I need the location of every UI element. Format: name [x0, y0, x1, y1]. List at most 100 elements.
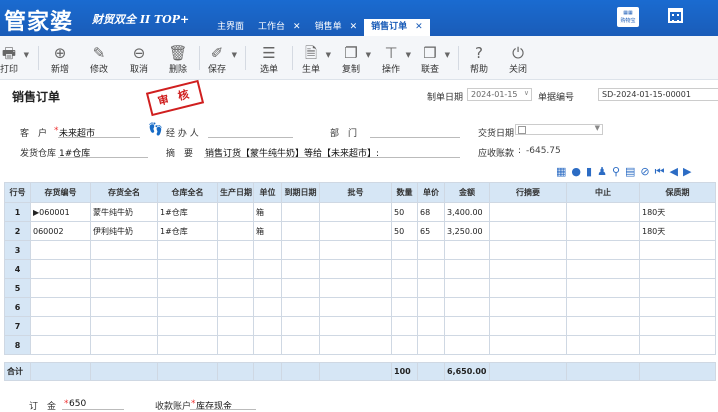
linked-query-button[interactable]: ❒ 联查 ▼: [415, 44, 450, 75]
tab-bar: 主界面 工作台 ✕ 销售单 ✕ 销售订单 ✕: [210, 19, 430, 36]
cell-price[interactable]: 65: [417, 221, 445, 241]
footprint-icon[interactable]: 👣: [148, 122, 163, 136]
bill-number-field[interactable]: SD-2024-01-15-00001: [598, 88, 718, 101]
deposit-field[interactable]: 650: [69, 399, 86, 409]
cancel-button[interactable]: ⊖ 取消: [124, 44, 154, 75]
delete-button[interactable]: 🗑 删除: [163, 44, 193, 75]
tab-sales-order[interactable]: 销售订单 ✕: [364, 19, 430, 36]
table-row[interactable]: 7: [4, 316, 716, 336]
column-header[interactable]: 单位: [253, 182, 282, 203]
total-label: 合计: [4, 362, 31, 381]
tab-main[interactable]: 主界面: [210, 19, 251, 36]
operations-button[interactable]: ⊤ 操作 ▼: [376, 44, 411, 75]
next-icon[interactable]: ▶: [683, 165, 691, 179]
cell-qty[interactable]: 50: [391, 221, 418, 241]
calendar-icon[interactable]: [668, 8, 683, 23]
department-field[interactable]: [370, 137, 460, 138]
cell-line-summary[interactable]: [489, 221, 567, 241]
column-header[interactable]: 数量: [391, 182, 418, 203]
cell-unit[interactable]: 箱: [253, 221, 282, 241]
close-icon[interactable]: ✕: [415, 19, 423, 36]
cell-expiry[interactable]: [281, 202, 320, 222]
required-mark: *: [191, 399, 196, 409]
cell-code[interactable]: 060002: [30, 221, 91, 241]
table-row[interactable]: 6: [4, 297, 716, 317]
column-header[interactable]: 存货编号: [30, 182, 91, 203]
cell-stop[interactable]: [566, 202, 640, 222]
cell-amount[interactable]: 3,400.00: [444, 202, 490, 222]
barcode-icon[interactable]: ▮: [586, 165, 592, 179]
print-button[interactable]: 🖶 打印 ▼: [0, 44, 29, 75]
column-header[interactable]: 行号: [4, 182, 31, 203]
cell-expiry[interactable]: [281, 221, 320, 241]
cell-batch[interactable]: [319, 202, 392, 222]
chat-icon[interactable]: ●: [571, 165, 581, 179]
column-header[interactable]: 存货全名: [90, 182, 158, 203]
cell-warehouse[interactable]: 1#仓库: [157, 221, 218, 241]
column-header[interactable]: 中止: [566, 182, 640, 203]
toolbar-divider: [38, 46, 39, 70]
cell-amount[interactable]: 3,250.00: [444, 221, 490, 241]
cell-price[interactable]: 68: [417, 202, 445, 222]
edit-button[interactable]: ✎ 修改: [84, 44, 114, 75]
account-field[interactable]: 库存现金: [196, 399, 232, 412]
cell-prod-date[interactable]: [217, 221, 254, 241]
column-header[interactable]: 仓库全名: [157, 182, 218, 203]
cell-name[interactable]: 蒙牛纯牛奶: [90, 202, 158, 222]
close-icon[interactable]: ✕: [350, 19, 358, 36]
select-bill-button[interactable]: ☰ 选单: [254, 44, 284, 75]
generate-bill-button[interactable]: 🗎 生单 ▼: [296, 44, 331, 75]
date-field[interactable]: 2024-01-15 ∨: [467, 88, 532, 101]
total-row: 合计 100 6,650.00: [4, 362, 716, 381]
users-icon[interactable]: ♟: [597, 165, 607, 179]
calculator-icon[interactable]: ▤: [625, 165, 635, 179]
search-icon[interactable]: ⚲: [612, 165, 620, 179]
table-row[interactable]: 3: [4, 240, 716, 260]
order-lines-table: 行号 存货编号 存货全名 仓库全名 生产日期 单位 到期日期 批号 数量 单价 …: [4, 182, 716, 381]
column-header[interactable]: 金额: [444, 182, 490, 203]
add-button[interactable]: ⊕ 新增: [45, 44, 75, 75]
tab-sales-bill[interactable]: 销售单 ✕: [308, 19, 365, 36]
minus-circle-icon: ⊖: [132, 44, 146, 62]
toolbar-divider: [245, 46, 246, 70]
close-icon[interactable]: ✕: [293, 19, 301, 36]
cell-prod-date[interactable]: [217, 202, 254, 222]
column-header[interactable]: 到期日期: [281, 182, 320, 203]
cell-name[interactable]: 伊利纯牛奶: [90, 221, 158, 241]
handler-field[interactable]: [208, 137, 293, 138]
cell-shelf-life[interactable]: 180天: [639, 221, 716, 241]
column-header[interactable]: 单价: [417, 182, 445, 203]
deposit-underline: [62, 409, 124, 410]
attach-icon[interactable]: ⊘: [640, 165, 649, 179]
column-header[interactable]: 行摘要: [489, 182, 567, 203]
checkbox[interactable]: [518, 126, 526, 134]
first-icon[interactable]: ⏮: [655, 165, 665, 179]
table-row[interactable]: 5: [4, 278, 716, 298]
column-header[interactable]: 批号: [319, 182, 392, 203]
save-button[interactable]: ✐ 保存 ▼: [202, 44, 237, 75]
help-button[interactable]: ? 帮助: [464, 44, 494, 75]
cell-shelf-life[interactable]: 180天: [639, 202, 716, 222]
shopping-assistant-icon[interactable]: ▦▦ 购物宝: [617, 7, 639, 27]
toolbar-divider: [199, 46, 200, 70]
copy-button[interactable]: ❐ 复制 ▼: [336, 44, 371, 75]
column-header[interactable]: 保质期: [639, 182, 716, 203]
table-row[interactable]: 2 060002 伊利纯牛奶 1#仓库 箱 50 65 3,250.00 180…: [4, 221, 716, 241]
tab-workbench[interactable]: 工作台 ✕: [251, 19, 308, 36]
cell-warehouse[interactable]: 1#仓库: [157, 202, 218, 222]
column-header[interactable]: 生产日期: [217, 182, 254, 203]
table-row[interactable]: 4: [4, 259, 716, 279]
cell-unit[interactable]: 箱: [253, 202, 282, 222]
table-row[interactable]: 8: [4, 335, 716, 355]
cell-qty[interactable]: 50: [391, 202, 418, 222]
grid-icon[interactable]: ▦: [556, 165, 566, 179]
cell-stop[interactable]: [566, 221, 640, 241]
prev-icon[interactable]: ◀: [670, 165, 678, 179]
delivery-date-field[interactable]: ▼: [515, 124, 603, 135]
cell-line-summary[interactable]: [489, 202, 567, 222]
required-mark: *: [64, 399, 69, 409]
table-row[interactable]: 1 ▶060001 蒙牛纯牛奶 1#仓库 箱 50 68 3,400.00 18…: [4, 202, 716, 222]
cell-code[interactable]: ▶060001: [30, 202, 91, 222]
close-button[interactable]: ⏻ 关闭: [503, 44, 533, 75]
cell-batch[interactable]: [319, 221, 392, 241]
